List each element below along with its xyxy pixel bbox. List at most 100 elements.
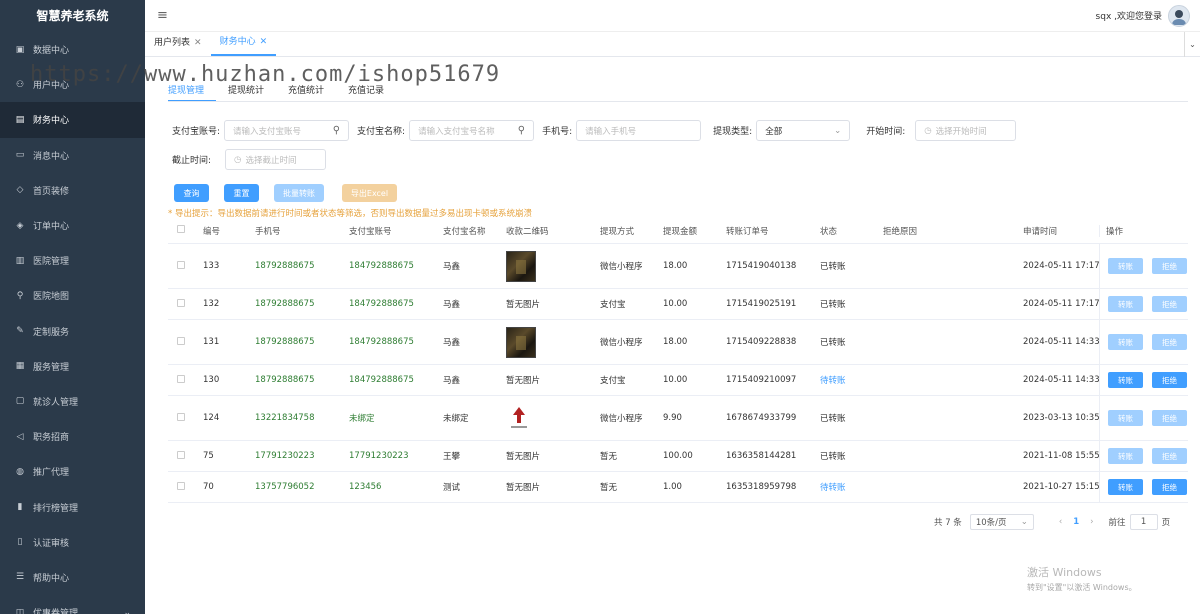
sidebar-item[interactable]: ▢ 就诊人管理	[0, 384, 145, 419]
start-time-picker[interactable]: ◷ 选择开始时间	[915, 120, 1017, 141]
close-icon[interactable]: ✕	[260, 30, 268, 55]
subtab-withdraw-stats[interactable]: 提现统计	[228, 84, 276, 102]
phone-input[interactable]: 请输入手机号	[576, 120, 702, 141]
reject-button[interactable]: 拒绝	[1152, 334, 1187, 350]
sidebar-item[interactable]: ▥ 医院管理	[0, 243, 145, 278]
goto-page-input[interactable]: 1	[1129, 514, 1158, 530]
export-excel-button[interactable]: 导出Excel	[342, 184, 397, 202]
end-time-label: 截止时间:	[172, 156, 212, 166]
sidebar-item[interactable]: ✎ 定制服务	[0, 314, 145, 349]
tab-finance-center[interactable]: 财务中心 ✕	[210, 30, 277, 56]
query-button[interactable]: 查询	[174, 184, 209, 202]
next-page-icon[interactable]: ›	[1090, 517, 1093, 527]
reject-button[interactable]: 拒绝	[1152, 448, 1187, 464]
row-checkbox[interactable]	[177, 374, 185, 383]
reject-button[interactable]: 拒绝	[1152, 296, 1187, 312]
select-all-checkbox[interactable]	[177, 225, 185, 233]
table-row: 124 13221834758 未绑定 未绑定 微信小程序 9.90 16786749337…	[168, 396, 1188, 441]
reject-button[interactable]: 拒绝	[1152, 258, 1187, 274]
sidebar-item[interactable]: ◍ 推广代理	[0, 454, 145, 489]
sidebar-item[interactable]: ▮ 排行榜管理	[0, 489, 145, 524]
row-checkbox[interactable]	[177, 450, 185, 459]
sidebar-item[interactable]: ▭ 消息中心	[0, 138, 145, 173]
tab-user-list[interactable]: 用户列表 ✕	[145, 31, 211, 56]
subtab-recharge-stats[interactable]: 充值统计	[288, 84, 336, 102]
row-checkbox[interactable]	[177, 298, 185, 307]
row-checkbox[interactable]	[177, 412, 185, 421]
batch-transfer-button[interactable]: 批量转账	[274, 184, 324, 202]
sidebar-item[interactable]: ▦ 服务管理	[0, 349, 145, 384]
close-icon[interactable]: ✕	[194, 31, 202, 56]
subtab-withdraw-manage[interactable]: 提现管理	[168, 84, 217, 102]
sidebar-item[interactable]: ☰ 帮助中心	[0, 560, 145, 595]
user-icon: ⚇	[15, 79, 25, 90]
sidebar-item[interactable]: ◇ 首页装修	[0, 173, 145, 208]
alipay-name-input[interactable]: 请输入支付宝号名称 ⚲	[409, 120, 535, 141]
cell-status[interactable]: 待转账	[820, 374, 883, 386]
row-checkbox[interactable]	[177, 260, 185, 269]
sidebar-item[interactable]: ⚇ 用户中心	[0, 67, 145, 102]
transfer-button[interactable]: 转账	[1108, 448, 1143, 464]
alipay-account-input[interactable]: 请输入支付宝账号 ⚲	[224, 120, 350, 141]
sidebar-item[interactable]: ▯ 认证审核	[0, 525, 145, 560]
cell-id: 124	[203, 413, 220, 423]
cell-qr-code	[506, 404, 600, 432]
qr-code-image[interactable]	[506, 326, 536, 358]
withdraw-table: 编号 手机号 支付宝账号 支付宝名称 收款二维码 提现方式 提现金额 转账订单号…	[168, 218, 1188, 503]
cell-status: 已转账	[820, 300, 846, 310]
divider	[168, 101, 1188, 102]
row-checkbox[interactable]	[177, 336, 185, 345]
cell-id: 133	[203, 261, 220, 271]
cell-status[interactable]: 待转账	[820, 481, 883, 493]
sidebar-item[interactable]: ⚲ 医院地图	[0, 278, 145, 313]
search-icon[interactable]: ⚲	[333, 125, 340, 136]
alipay-name-label: 支付宝名称:	[357, 127, 406, 137]
transfer-button[interactable]: 转账	[1108, 479, 1143, 495]
search-icon[interactable]: ⚲	[518, 125, 525, 136]
user-info[interactable]: sqx ,欢迎您登录	[1096, 4, 1190, 27]
transfer-button[interactable]: 转账	[1108, 296, 1143, 312]
cell-status: 已转账	[820, 262, 846, 272]
reject-button[interactable]: 拒绝	[1152, 410, 1187, 426]
globe-icon: ◍	[16, 466, 24, 477]
avatar[interactable]	[1168, 4, 1190, 27]
sidebar-item[interactable]: ◁ 职务招商	[0, 419, 145, 454]
cell-amount: 18.00	[663, 337, 688, 347]
reset-button[interactable]: 重置	[224, 184, 259, 202]
sidebar-item[interactable]: ▣ 数据中心	[0, 32, 145, 67]
cell-amount: 100.00	[663, 451, 693, 461]
prev-page-icon[interactable]: ‹	[1059, 517, 1062, 527]
qr-logo-image[interactable]	[506, 404, 532, 432]
reject-button[interactable]: 拒绝	[1152, 479, 1187, 495]
chevron-down-icon[interactable]: ⌄	[1184, 32, 1200, 57]
transfer-button[interactable]: 转账	[1108, 372, 1143, 388]
edit-icon: ✎	[16, 326, 24, 337]
sidebar-item[interactable]: ◈ 订单中心	[0, 208, 145, 243]
transfer-button[interactable]: 转账	[1108, 334, 1143, 350]
placeholder: 请输入手机号	[585, 126, 637, 137]
column-header: 提现方式	[600, 226, 635, 237]
qr-code-image[interactable]	[506, 250, 536, 282]
document-icon: ▯	[17, 537, 23, 548]
withdraw-type-select[interactable]: 全部 ⌄	[756, 120, 851, 141]
row-actions: 转账 拒绝	[1099, 320, 1188, 364]
sidebar-item-label: 消息中心	[33, 151, 70, 162]
menu-toggle-icon[interactable]: ≡	[157, 8, 168, 23]
column-header: 手机号	[255, 226, 281, 237]
cell-amount: 18.00	[663, 261, 688, 271]
cell-phone: 13221834758	[255, 413, 315, 423]
app-title: 智慧养老系统	[36, 9, 109, 23]
row-actions: 转账 拒绝	[1099, 441, 1188, 471]
end-time-picker[interactable]: ◷ 选择截止时间	[225, 149, 327, 170]
subtab-recharge-records[interactable]: 充值记录	[348, 84, 396, 102]
current-page[interactable]: 1	[1073, 517, 1079, 527]
page-size-select[interactable]: 10条/页 ⌄	[969, 514, 1034, 530]
reject-button[interactable]: 拒绝	[1152, 372, 1187, 388]
sidebar-item[interactable]: ◫ 优惠券管理 ⌄	[0, 595, 145, 614]
row-checkbox[interactable]	[177, 481, 185, 490]
sidebar-item[interactable]: ▤ 财务中心	[0, 102, 145, 138]
transfer-button[interactable]: 转账	[1108, 258, 1143, 274]
transfer-button[interactable]: 转账	[1108, 410, 1143, 426]
cell-apply-time: 2024-05-11 17:17	[1023, 299, 1099, 309]
activation-title: 激活 Windows	[1027, 566, 1102, 579]
